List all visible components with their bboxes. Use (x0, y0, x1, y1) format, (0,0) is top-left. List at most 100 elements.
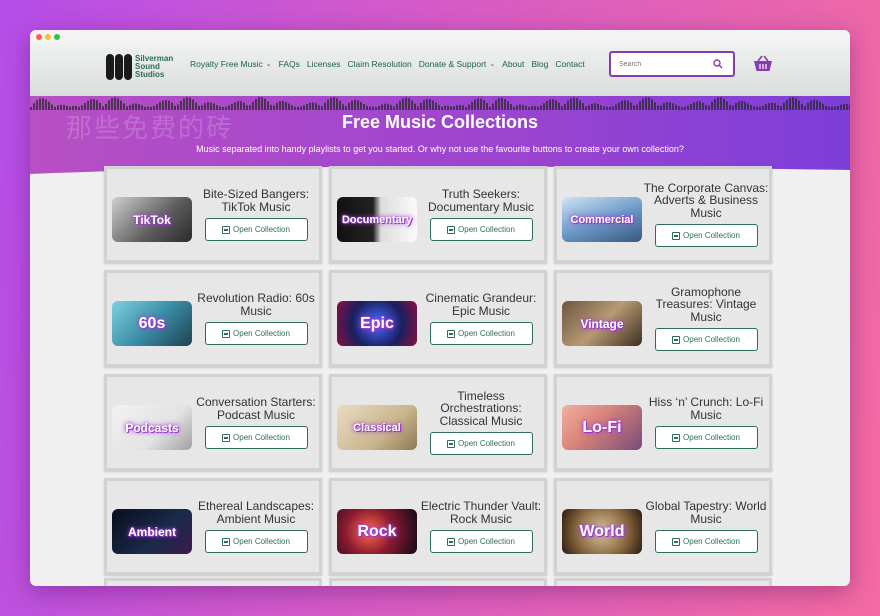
collection-card: Rock Electric Thunder Vault: Rock Music Op… (329, 478, 547, 575)
collection-icon (447, 439, 456, 448)
collections-grid: TikTok Bite-Sized Bangers: TikTok Music Op… (104, 166, 776, 575)
collection-card-partial (329, 578, 547, 586)
collection-thumbnail[interactable]: Ambient (112, 509, 192, 554)
collection-title: Hiss ‘n’ Crunch: Lo-Fi Music (648, 395, 764, 422)
thumbnail-label: Epic (360, 314, 394, 332)
collection-thumbnail[interactable]: Documentary (337, 197, 417, 242)
collection-card: Documentary Truth Seekers: Documentary Mu… (329, 166, 547, 263)
thumbnail-label: Documentary (341, 213, 413, 226)
open-collection-button[interactable]: Open Collection (204, 426, 308, 449)
nav-licenses[interactable]: Licenses (307, 59, 341, 69)
nav-about[interactable]: About (502, 59, 524, 69)
collection-title: Gramophone Treasures: Vintage Music (655, 284, 757, 324)
open-collection-label: Open Collection (683, 231, 740, 241)
open-collection-label: Open Collection (458, 329, 515, 338)
browser-window: Silverman Sound Studios Royalty Free Mus… (30, 30, 850, 586)
collection-title: Revolution Radio: 60s Music (197, 291, 315, 318)
collection-info: Revolution Radio: 60s Music Open Collecti… (193, 273, 319, 364)
collection-info: The Corporate Canvas: Adverts & Business… (643, 169, 769, 260)
page-title: Free Music Collections (341, 112, 539, 132)
collection-info: Conversation Starters: Podcast Music Open… (193, 377, 319, 468)
thumbnail-label: Ambient (128, 524, 176, 539)
logo-line: Studios (135, 70, 165, 79)
site-logo[interactable]: Silverman Sound Studios (106, 52, 178, 82)
search-box (609, 51, 735, 77)
collection-thumbnail[interactable]: Classical (337, 405, 417, 450)
chevron-down-icon: ⌄ (489, 61, 496, 68)
collection-thumbnail[interactable]: Epic (337, 301, 417, 346)
collection-card: Podcasts Conversation Starters: Podcast M… (104, 374, 322, 471)
collection-title: Conversation Starters: Podcast Music (196, 395, 316, 422)
thumbnail-label: Lo-Fi (582, 418, 622, 436)
collection-icon (222, 537, 231, 546)
thumbnail-label: 60s (138, 314, 166, 332)
collection-icon (222, 433, 231, 442)
collection-icon (447, 329, 456, 338)
open-collection-button[interactable]: Open Collection (204, 530, 308, 553)
open-collection-button[interactable]: Open Collection (429, 322, 533, 345)
open-collection-button[interactable]: Open Collection (429, 432, 533, 456)
open-collection-button[interactable]: Open Collection (654, 426, 758, 449)
nav-claim-resolution[interactable]: Claim Resolution (347, 59, 411, 69)
site-header: Silverman Sound Studios Royalty Free Mus… (30, 44, 850, 96)
collection-thumbnail[interactable]: Vintage (562, 301, 642, 346)
collection-thumbnail[interactable]: Rock (337, 509, 417, 554)
open-collection-button[interactable]: Open Collection (204, 322, 308, 345)
logo-mark-icon (106, 54, 132, 80)
collection-thumbnail[interactable]: World (562, 509, 642, 554)
close-window-icon[interactable] (36, 34, 42, 40)
open-collection-label: Open Collection (233, 329, 290, 338)
maximize-window-icon[interactable] (54, 34, 60, 40)
collection-thumbnail[interactable]: TikTok (112, 197, 192, 242)
open-collection-button[interactable]: Open Collection (654, 530, 758, 553)
collection-info: Electric Thunder Vault: Rock Music Open C… (418, 481, 544, 572)
logo-text: Silverman Sound Studios (135, 55, 175, 79)
thumbnail-label: World (579, 522, 625, 540)
minimize-window-icon[interactable] (45, 34, 51, 40)
collection-card: Lo-Fi Hiss ‘n’ Crunch: Lo-Fi Music Open Co… (554, 374, 772, 471)
collection-icon (672, 335, 681, 344)
open-collection-label: Open Collection (683, 433, 740, 442)
open-collection-button[interactable]: Open Collection (429, 218, 533, 241)
collection-card: Epic Cinematic Grandeur: Epic Music Open C… (329, 270, 547, 367)
thumbnail-label: Podcasts (125, 420, 179, 435)
collection-icon (222, 225, 231, 234)
collection-info: Truth Seekers: Documentary Music Open Col… (418, 169, 544, 260)
open-collection-button[interactable]: Open Collection (654, 328, 758, 352)
collection-thumbnail[interactable]: Commercial (562, 197, 642, 242)
open-collection-label: Open Collection (458, 439, 515, 449)
collection-card-partial (104, 578, 322, 586)
nav-faqs[interactable]: FAQs (279, 59, 300, 69)
open-collection-label: Open Collection (683, 537, 740, 546)
collection-icon (672, 537, 681, 546)
open-collection-button[interactable]: Open Collection (204, 218, 308, 241)
collection-thumbnail[interactable]: Lo-Fi (562, 405, 642, 450)
nav-label: About (502, 59, 525, 69)
basket-icon[interactable] (753, 55, 773, 73)
collection-title: Ethereal Landscapes: Ambient Music (197, 499, 315, 526)
collection-info: Bite-Sized Bangers: TikTok Music Open Col… (193, 169, 319, 260)
nav-royalty-free-music[interactable]: Royalty Free Music ⌄ (190, 59, 272, 69)
open-collection-button[interactable]: Open Collection (429, 530, 533, 553)
thumbnail-label: Rock (357, 522, 397, 540)
thumbnail-label: Vintage (580, 316, 624, 331)
collection-info: Global Tapestry: World Music Open Collect… (643, 481, 769, 572)
open-collection-label: Open Collection (233, 537, 290, 546)
open-collection-button[interactable]: Open Collection (654, 224, 758, 248)
search-icon (713, 59, 723, 69)
collection-info: Timeless Orchestrations: Classical Music… (418, 377, 544, 468)
collection-icon (447, 225, 456, 234)
nav-blog[interactable]: Blog (531, 59, 548, 69)
collection-title: Bite-Sized Bangers: TikTok Music (202, 187, 310, 214)
search-button[interactable] (707, 53, 729, 75)
collection-thumbnail[interactable]: 60s (112, 301, 192, 346)
search-input[interactable] (611, 60, 707, 68)
nav-label: FAQs (278, 59, 300, 69)
nav-donate-support[interactable]: Donate & Support ⌄ (419, 59, 495, 69)
collection-card: Classical Timeless Orchestrations: Classi… (329, 374, 547, 471)
collection-thumbnail[interactable]: Podcasts (112, 405, 192, 450)
open-collection-label: Open Collection (233, 433, 290, 442)
collection-title: Timeless Orchestrations: Classical Music (439, 388, 523, 428)
nav-contact[interactable]: Contact (555, 59, 584, 69)
collection-title: Electric Thunder Vault: Rock Music (420, 499, 542, 526)
